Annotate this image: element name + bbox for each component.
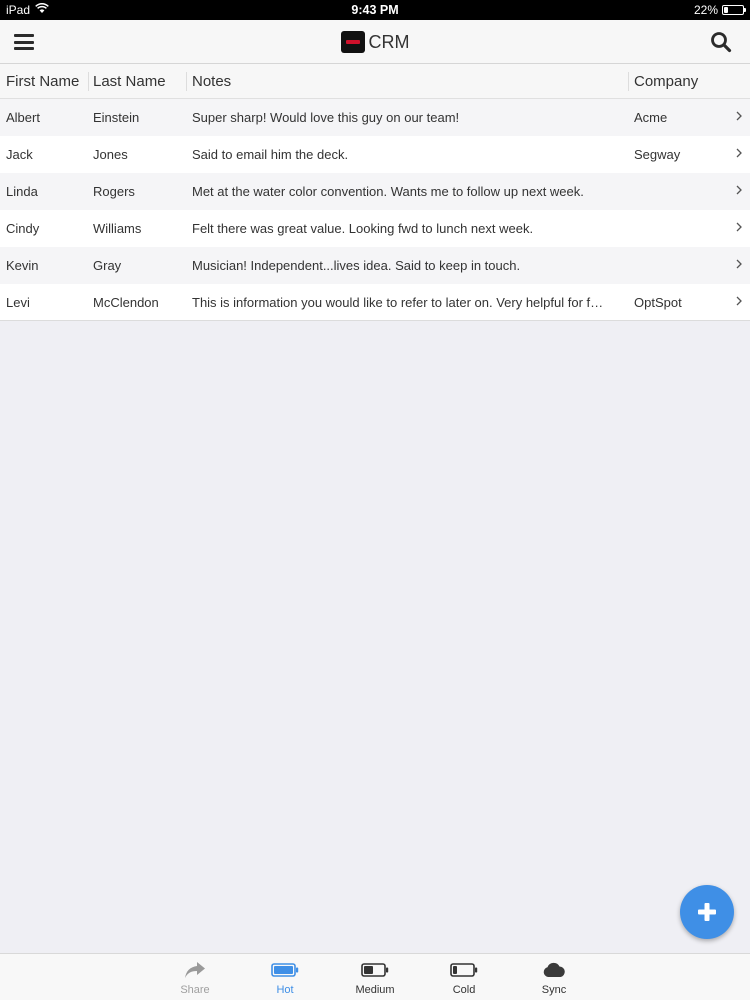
chevron-right-icon xyxy=(736,222,742,232)
column-divider xyxy=(186,72,187,91)
battery-medium-icon xyxy=(361,960,389,980)
hamburger-menu-icon[interactable] xyxy=(14,33,34,51)
cell-last-name: Jones xyxy=(93,147,128,162)
cell-first-name: Kevin xyxy=(6,258,39,273)
tab-sync[interactable]: Sync xyxy=(519,954,589,1000)
column-divider xyxy=(628,72,629,91)
tab-label: Hot xyxy=(276,984,294,996)
tab-medium[interactable]: Medium xyxy=(340,954,410,1000)
cell-first-name: Jack xyxy=(6,147,33,162)
cell-notes: Felt there was great value. Looking fwd … xyxy=(192,221,534,236)
table-row[interactable]: Cindy Williams Felt there was great valu… xyxy=(0,210,750,247)
table-row[interactable]: Linda Rogers Met at the water color conv… xyxy=(0,173,750,210)
chevron-right-icon xyxy=(736,259,742,269)
column-header-notes[interactable]: Notes xyxy=(192,73,622,90)
battery-percent: 22% xyxy=(693,3,718,17)
column-header-company[interactable]: Company xyxy=(634,73,724,90)
brand: CRM xyxy=(0,20,750,64)
table-header: First Name Last Name Notes Company xyxy=(0,64,750,99)
status-time: 9:43 PM xyxy=(351,3,399,17)
cell-first-name: Cindy xyxy=(6,221,40,236)
tab-hot[interactable]: Hot xyxy=(250,954,320,1000)
cell-last-name: Williams xyxy=(93,221,142,236)
cell-company: OptSpot xyxy=(634,294,682,310)
cell-first-name: Linda xyxy=(6,184,38,199)
cell-last-name: Rogers xyxy=(93,184,135,199)
status-bar: iPad 9:43 PM 22% xyxy=(0,0,750,20)
tab-cold[interactable]: Cold xyxy=(429,954,499,1000)
cell-company: Segway xyxy=(634,147,681,162)
table-row[interactable]: Albert Einstein Super sharp! Would love … xyxy=(0,99,750,136)
cloud-icon xyxy=(542,960,566,980)
cell-first-name: Levi xyxy=(6,294,30,310)
column-header-first-name[interactable]: First Name xyxy=(6,73,86,90)
share-arrow-icon xyxy=(184,960,206,980)
bottom-tab-bar: Share Hot Medium Cold Sync xyxy=(0,953,750,1000)
chevron-right-icon xyxy=(736,185,742,195)
battery-level xyxy=(724,7,728,13)
plus-icon xyxy=(698,903,716,921)
cell-notes: This is information you would like to re… xyxy=(192,294,604,310)
app-logo xyxy=(340,31,365,53)
cell-last-name: Einstein xyxy=(93,110,140,125)
cell-notes: Musician! Independent...lives idea. Said… xyxy=(192,258,521,273)
status-right: 22% xyxy=(624,3,746,17)
cell-notes: Said to email him the deck. xyxy=(192,147,349,162)
cell-notes: Super sharp! Would love this guy on our … xyxy=(192,110,460,125)
battery-icon xyxy=(722,5,746,15)
contact-list: Albert Einstein Super sharp! Would love … xyxy=(0,99,750,321)
cell-company: Acme xyxy=(634,110,668,125)
cell-last-name: McClendon xyxy=(93,294,159,310)
cell-notes: Met at the water color convention. Wants… xyxy=(192,184,584,199)
wifi-icon xyxy=(35,3,49,17)
table-row[interactable]: Levi McClendon This is information you w… xyxy=(0,284,750,321)
battery-low-icon xyxy=(450,960,478,980)
tab-label: Cold xyxy=(452,984,476,996)
cell-first-name: Albert xyxy=(6,110,40,125)
cell-last-name: Gray xyxy=(93,258,122,273)
tab-label: Medium xyxy=(355,984,395,996)
page-title: CRM xyxy=(368,31,410,52)
status-left: iPad xyxy=(6,3,126,17)
column-header-last-name[interactable]: Last Name xyxy=(93,73,187,90)
device-name: iPad xyxy=(6,3,31,17)
tab-label: Share xyxy=(180,984,210,996)
table-row[interactable]: Jack Jones Said to email him the deck. S… xyxy=(0,136,750,173)
add-contact-button[interactable] xyxy=(680,885,734,939)
chevron-right-icon xyxy=(736,148,742,158)
table-row[interactable]: Kevin Gray Musician! Independent...lives… xyxy=(0,247,750,284)
chevron-right-icon xyxy=(736,296,742,306)
column-divider xyxy=(88,72,89,91)
search-icon[interactable] xyxy=(710,31,732,53)
tab-share[interactable]: Share xyxy=(160,954,230,1000)
chevron-right-icon xyxy=(736,111,742,121)
tab-label: Sync xyxy=(541,984,567,996)
battery-full-icon xyxy=(271,960,299,980)
app-header: CRM xyxy=(0,20,750,64)
